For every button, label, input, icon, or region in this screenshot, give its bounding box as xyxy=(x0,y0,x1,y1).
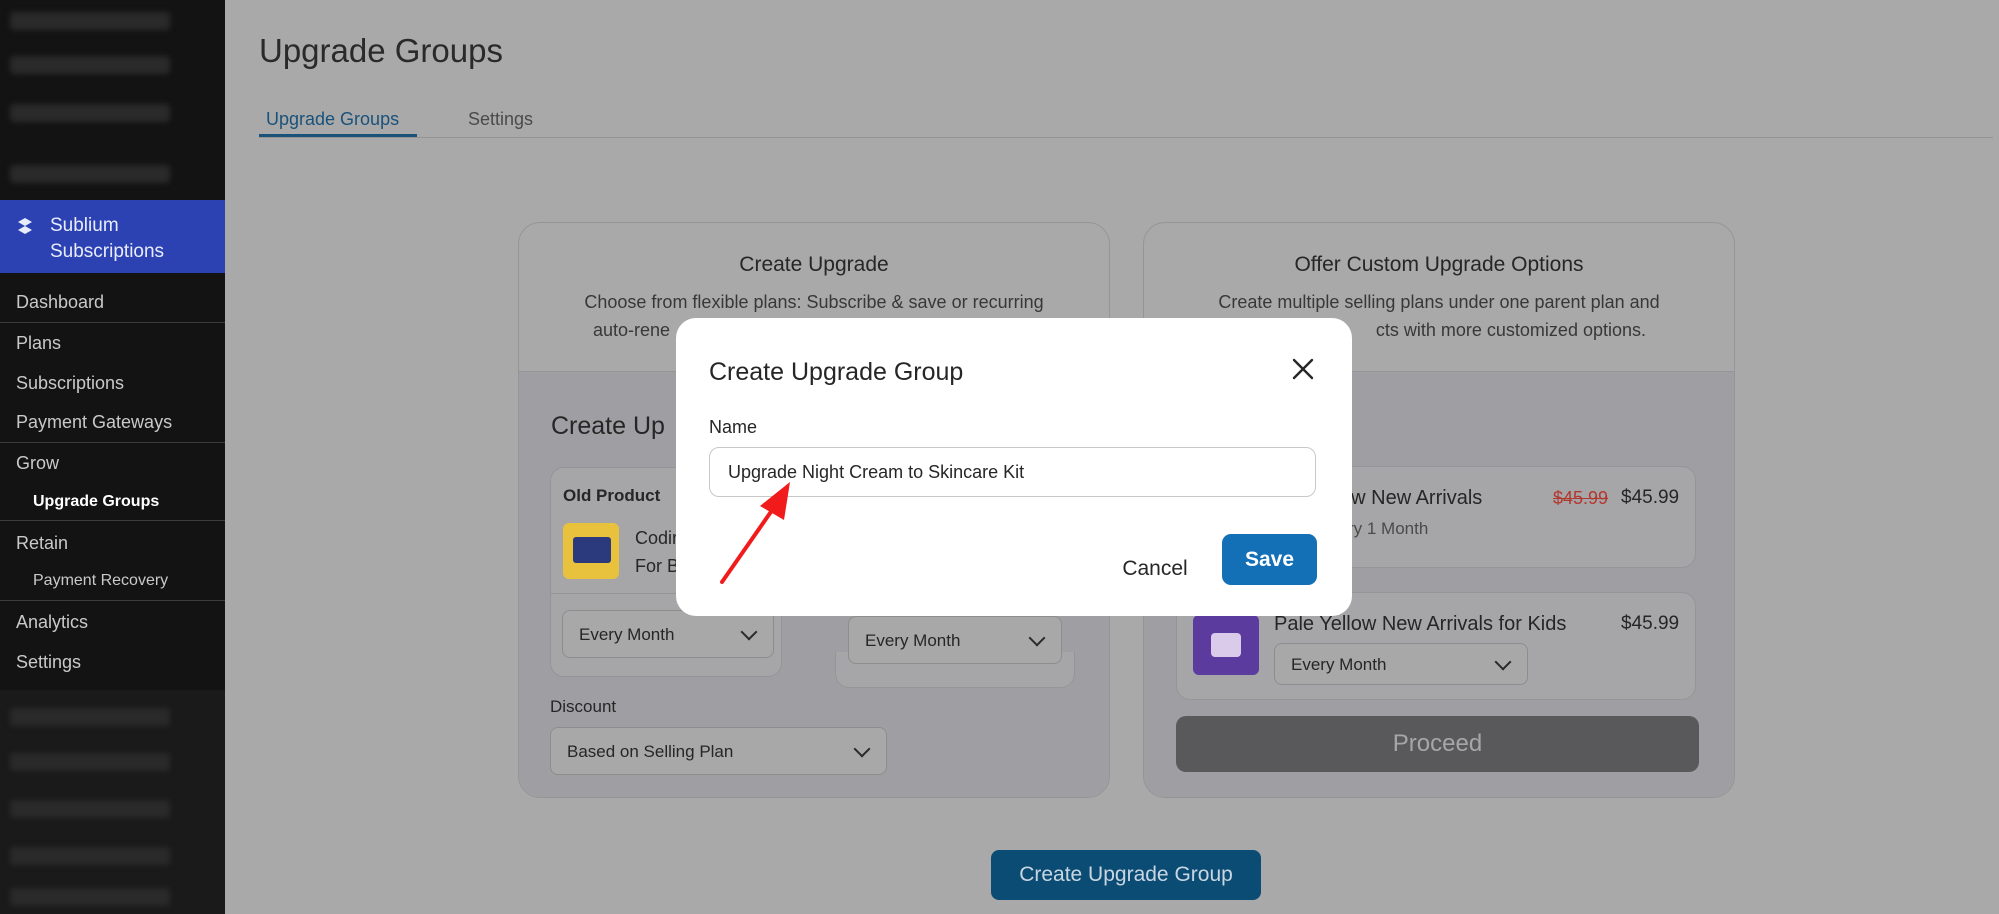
tab-bar: Upgrade Groups Settings xyxy=(259,100,1993,138)
brand-name: Sublium Subscriptions xyxy=(50,215,165,262)
chevron-down-icon xyxy=(1494,653,1512,671)
select-value: Every Month xyxy=(865,631,961,650)
chevron-down-icon xyxy=(1028,629,1046,647)
sidebar-item-subscriptions[interactable]: Subscriptions xyxy=(0,373,225,394)
blurred-menu-item xyxy=(10,708,170,726)
chevron-down-icon xyxy=(853,740,871,758)
sidebar-item-payment-gateways[interactable]: Payment Gateways xyxy=(0,412,225,433)
blurred-menu-item xyxy=(10,847,170,865)
frequency-select[interactable]: Every Month xyxy=(1274,643,1528,685)
blurred-menu-item xyxy=(10,800,170,818)
tab-settings[interactable]: Settings xyxy=(468,109,533,130)
page-title: Upgrade Groups xyxy=(259,32,503,69)
blurred-menu-item xyxy=(10,888,170,906)
create-upgrade-group-button[interactable]: Create Upgrade Group xyxy=(991,850,1261,900)
sidebar: Sublium Subscriptions Dashboard Plans Su… xyxy=(0,0,225,914)
product-thumbnail xyxy=(563,523,619,579)
product-frequency: ry 1 Month xyxy=(1348,519,1429,538)
sidebar-item-retain[interactable]: Retain xyxy=(0,533,225,554)
cancel-button[interactable]: Cancel xyxy=(1105,545,1205,593)
save-button[interactable]: Save xyxy=(1222,534,1317,585)
sidebar-item-analytics[interactable]: Analytics xyxy=(0,612,225,633)
select-value: Every Month xyxy=(1291,655,1387,674)
card-description-line: Choose from flexible plans: Subscribe & … xyxy=(584,292,1044,312)
select-value: Every Month xyxy=(579,625,675,644)
discount-label: Discount xyxy=(550,697,617,716)
close-icon[interactable] xyxy=(1290,356,1316,382)
old-product-label: Old Product xyxy=(563,486,661,505)
old-price: $45.99 xyxy=(1553,488,1609,508)
proceed-button[interactable]: Proceed xyxy=(1176,716,1699,772)
blurred-menu-item xyxy=(10,12,170,30)
product-name: Pale Yellow New Arrivals for Kids xyxy=(1274,613,1567,635)
new-frequency-select[interactable]: Every Month xyxy=(848,616,1062,664)
tab-upgrade-groups[interactable]: Upgrade Groups xyxy=(266,109,399,130)
sidebar-item-upgrade-groups[interactable]: Upgrade Groups xyxy=(0,493,225,511)
sidebar-brand[interactable]: Sublium Subscriptions xyxy=(0,200,225,273)
blurred-menu-item xyxy=(10,56,170,74)
preview-title: Create Up xyxy=(551,412,665,440)
modal-title: Create Upgrade Group xyxy=(709,358,964,386)
sidebar-item-plans[interactable]: Plans xyxy=(0,333,225,354)
annotation-arrow-icon xyxy=(720,482,790,584)
discount-select[interactable]: Based on Selling Plan xyxy=(550,727,887,775)
active-tab-indicator xyxy=(259,134,417,137)
blurred-menu-item xyxy=(10,165,170,183)
product-name: ow New Arrivals xyxy=(1340,487,1483,509)
price: $45.99 xyxy=(1621,613,1680,634)
chevron-down-icon xyxy=(740,623,758,641)
sidebar-item-grow[interactable]: Grow xyxy=(0,453,225,474)
divider xyxy=(0,600,225,601)
sidebar-item-settings[interactable]: Settings xyxy=(0,652,225,673)
price: $45.99 xyxy=(1621,487,1680,508)
sidebar-item-payment-recovery[interactable]: Payment Recovery xyxy=(0,572,225,590)
card-description-line: Create multiple selling plans under one … xyxy=(1218,292,1660,312)
product-name-line: Codir xyxy=(635,528,679,548)
card-title: Offer Custom Upgrade Options xyxy=(1294,253,1584,276)
sublium-logo-icon xyxy=(18,218,32,234)
name-label: Name xyxy=(709,417,758,437)
divider xyxy=(0,322,225,323)
card-title: Create Upgrade xyxy=(739,253,889,276)
old-frequency-select[interactable]: Every Month xyxy=(562,610,774,658)
sidebar-item-dashboard[interactable]: Dashboard xyxy=(0,292,225,313)
sidebar-blurred-section xyxy=(0,690,225,914)
blurred-menu-item xyxy=(10,104,170,122)
divider xyxy=(0,520,225,521)
blurred-menu-item xyxy=(10,753,170,771)
product-thumbnail xyxy=(1193,615,1259,675)
divider xyxy=(0,442,225,443)
select-value: Based on Selling Plan xyxy=(567,742,734,761)
product-name-line: For B xyxy=(635,556,680,576)
product-name: Codir For B xyxy=(635,524,679,580)
